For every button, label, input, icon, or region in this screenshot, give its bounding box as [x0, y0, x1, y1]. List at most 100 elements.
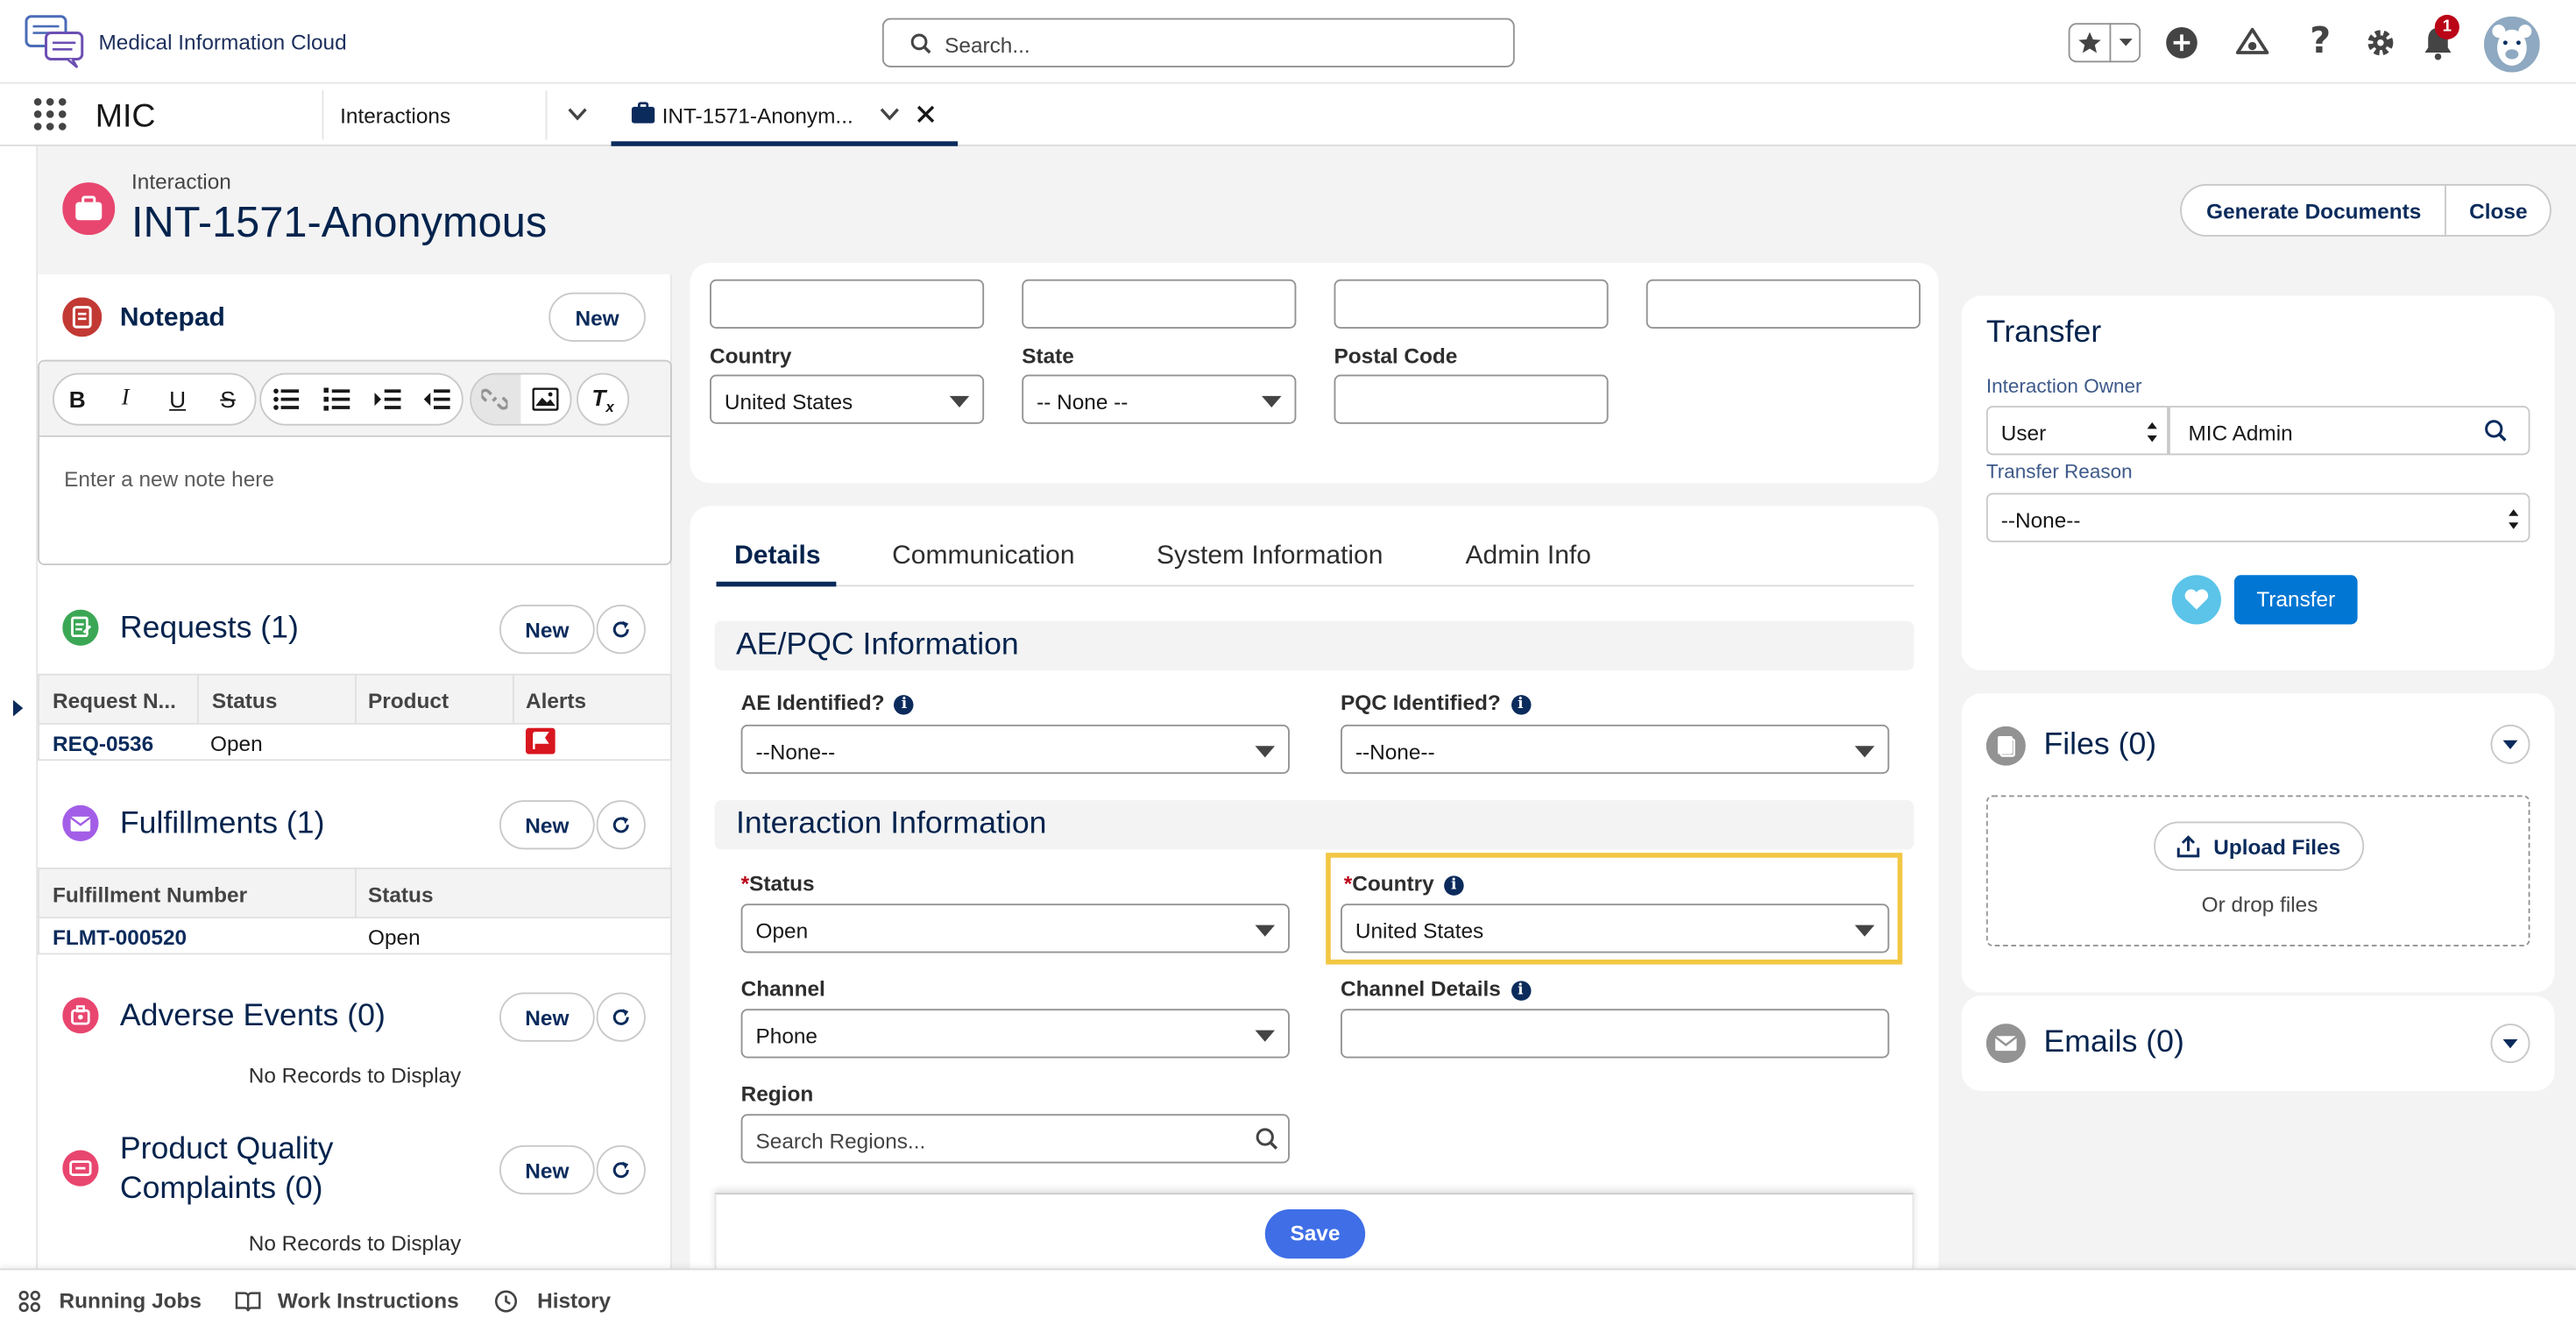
close-record-button[interactable]: Close — [2469, 199, 2527, 223]
column-header[interactable]: Request N... — [53, 689, 176, 713]
column-header[interactable]: Product — [368, 689, 449, 713]
save-button[interactable]: Save — [1264, 1209, 1366, 1259]
owner-type-select[interactable]: User — [1985, 406, 2169, 456]
region-search-input[interactable]: Search Regions... — [740, 1114, 1290, 1164]
numbered-list-icon[interactable] — [323, 387, 350, 411]
address-field[interactable] — [1334, 279, 1609, 329]
country-select[interactable]: United States — [1341, 903, 1890, 953]
search-icon[interactable] — [2484, 419, 2507, 442]
tab-interactions[interactable]: Interactions — [340, 103, 450, 128]
note-input[interactable]: Enter a new note here — [64, 467, 274, 492]
strikethrough-button[interactable]: S — [220, 386, 236, 413]
pqc-new-button[interactable]: New — [499, 1144, 595, 1195]
info-icon[interactable]: i — [894, 695, 915, 715]
clear-formatting-button[interactable]: Tx — [577, 372, 630, 426]
transfer-button[interactable]: Transfer — [2234, 575, 2358, 625]
files-title: Files (0) — [2043, 727, 2157, 762]
request-status: Open — [210, 731, 263, 756]
close-tab-icon[interactable] — [916, 105, 935, 124]
expand-panel-icon[interactable] — [11, 698, 25, 719]
info-icon[interactable]: i — [1511, 695, 1531, 715]
utility-running-jobs[interactable]: Running Jobs — [18, 1288, 202, 1313]
address-state-select[interactable]: -- None -- — [1022, 374, 1297, 424]
tab-system-information[interactable]: System Information — [1157, 542, 1383, 572]
help-icon[interactable]: ? — [2310, 21, 2331, 62]
address-state-label: State — [1022, 343, 1074, 368]
files-menu-button[interactable] — [2490, 724, 2530, 764]
ae-pqc-section-header[interactable]: AE/PQC Information — [714, 620, 1914, 670]
chevron-down-icon[interactable] — [2118, 36, 2134, 49]
upload-files-button[interactable]: Upload Files — [2154, 821, 2365, 871]
global-search-placeholder: Search... — [945, 32, 1030, 58]
address-country-label: Country — [710, 343, 792, 368]
fulfillment-number-link[interactable]: FLMT-000520 — [53, 925, 187, 950]
trailhead-icon[interactable] — [2234, 25, 2270, 60]
tab-int-1571[interactable]: INT-1571-Anonym... — [611, 84, 959, 146]
tab-details[interactable]: Details — [734, 542, 820, 572]
tab-admin-info[interactable]: Admin Info — [1466, 542, 1591, 572]
interaction-info-section-header[interactable]: Interaction Information — [714, 800, 1914, 850]
requests-refresh-button[interactable] — [596, 605, 646, 655]
outdent-icon[interactable] — [423, 388, 450, 411]
pqc-refresh-button[interactable] — [596, 1144, 646, 1195]
address-field[interactable] — [710, 279, 985, 329]
favorite-heart-button[interactable] — [2171, 575, 2221, 625]
app-navbar: MIC Interactions INT-1571-Anonym... — [0, 83, 2576, 146]
adverse-events-refresh-button[interactable] — [596, 992, 646, 1042]
italic-button[interactable]: I — [122, 386, 130, 413]
column-header[interactable]: Status — [368, 882, 434, 907]
link-icon[interactable] — [481, 386, 508, 413]
bold-button[interactable]: B — [69, 386, 86, 413]
info-icon[interactable]: i — [1443, 875, 1464, 896]
notepad-new-button[interactable]: New — [548, 292, 646, 342]
clock-icon — [494, 1289, 518, 1312]
notepad-title: Notepad — [119, 303, 225, 332]
file-drop-zone[interactable]: Upload Files Or drop files — [1985, 795, 2530, 946]
tab-communication[interactable]: Communication — [892, 542, 1074, 572]
global-search-input[interactable]: Search... — [881, 18, 1515, 67]
pqc-identified-select[interactable]: --None-- — [1341, 724, 1890, 775]
rich-text-toolbar: B I U S Tx — [39, 361, 670, 437]
user-avatar-icon[interactable] — [2484, 16, 2540, 73]
dropdown-caret-icon — [1262, 395, 1282, 407]
emails-menu-button[interactable] — [2490, 1024, 2530, 1064]
app-launcher-icon[interactable] — [33, 97, 67, 131]
bulleted-list-icon[interactable] — [272, 388, 300, 411]
adverse-events-new-button[interactable]: New — [499, 992, 595, 1042]
chevron-down-icon[interactable] — [879, 107, 900, 122]
status-select[interactable]: Open — [740, 903, 1290, 953]
required-marker: * — [1343, 870, 1353, 896]
country-label: *Country i — [1344, 871, 1464, 896]
channel-select[interactable]: Phone — [740, 1009, 1290, 1059]
fulfillments-refresh-button[interactable] — [596, 800, 646, 850]
left-column: Notepad New B I U S Tx Enter a new note … — [38, 274, 672, 1269]
ae-identified-select[interactable]: --None-- — [740, 724, 1290, 775]
image-icon[interactable] — [532, 387, 559, 411]
owner-lookup-input[interactable]: MIC Admin — [2169, 406, 2530, 456]
chevron-down-icon[interactable] — [567, 107, 588, 122]
utility-history[interactable]: History — [494, 1288, 611, 1313]
add-icon[interactable] — [2165, 26, 2198, 60]
underline-button[interactable]: U — [169, 386, 186, 413]
status-label: *Status — [740, 870, 815, 896]
favorites-button[interactable] — [2068, 23, 2141, 63]
transfer-reason-select[interactable]: --None-- — [1985, 492, 2530, 542]
fulfillments-new-button[interactable]: New — [499, 800, 595, 850]
requests-new-button[interactable]: New — [499, 605, 595, 655]
section-title: Interaction Information — [736, 806, 1047, 841]
column-header[interactable]: Alerts — [526, 689, 586, 713]
setup-gear-icon[interactable] — [2364, 26, 2397, 60]
channel-details-input[interactable] — [1341, 1009, 1890, 1059]
request-number-link[interactable]: REQ-0536 — [53, 731, 153, 755]
owner-label: Interaction Owner — [1985, 374, 2142, 398]
address-field[interactable] — [1645, 279, 1921, 329]
address-country-select[interactable]: United States — [710, 374, 985, 424]
address-field[interactable] — [1022, 279, 1297, 329]
generate-documents-button[interactable]: Generate Documents — [2206, 199, 2421, 223]
info-icon[interactable]: i — [1511, 981, 1531, 1001]
postal-code-input[interactable] — [1334, 374, 1609, 424]
column-header[interactable]: Status — [212, 689, 278, 713]
indent-icon[interactable] — [374, 388, 401, 411]
column-header[interactable]: Fulfillment Number — [53, 882, 247, 907]
utility-work-instructions[interactable]: Work Instructions — [235, 1288, 459, 1313]
